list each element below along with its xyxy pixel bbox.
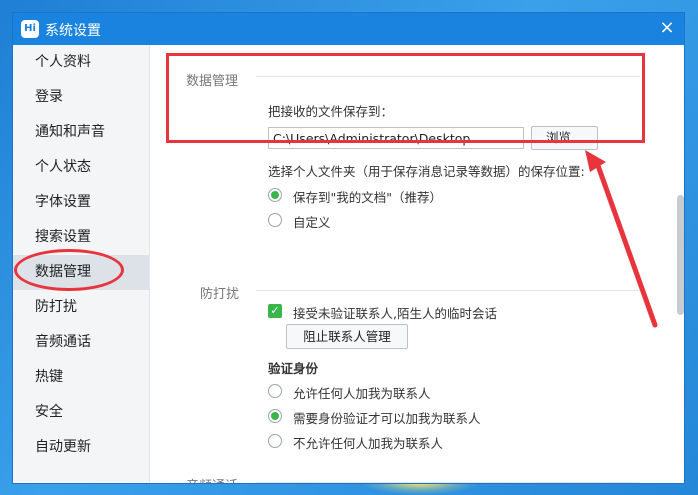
sidebar-item-status[interactable]: 个人状态	[13, 150, 149, 185]
sidebar-item-auto-update[interactable]: 自动更新	[13, 430, 149, 465]
radio-custom[interactable]	[268, 213, 282, 227]
title-bar: Hi 系统设置 ×	[13, 13, 684, 45]
app-logo-icon: Hi	[21, 20, 39, 38]
section-divider	[256, 290, 640, 291]
option-custom-label: 自定义	[293, 215, 331, 230]
annotation-highlight-box	[166, 53, 645, 143]
radio-my-documents[interactable]	[268, 188, 282, 202]
radio-allow-all[interactable]	[268, 384, 282, 398]
option-my-documents-label: 保存到"我的文档"（推荐）	[293, 190, 442, 205]
window-title: 系统设置	[45, 23, 101, 39]
sidebar-item-notifications[interactable]: 通知和声音	[13, 115, 149, 150]
sidebar-item-hotkeys[interactable]: 热键	[13, 360, 149, 395]
section-title-do-not-disturb: 防打扰	[200, 287, 240, 302]
annotation-oval	[14, 249, 124, 291]
option-need-verify-label: 需要身份验证才可以加我为联系人	[293, 411, 481, 426]
radio-need-verify[interactable]	[268, 409, 282, 423]
vertical-scrollbar[interactable]	[677, 195, 684, 315]
option-deny-all-label: 不允许任何人加我为联系人	[293, 436, 444, 451]
option-allow-all-label: 允许任何人加我为联系人	[293, 386, 431, 401]
section-divider	[256, 482, 640, 483]
sidebar-item-font[interactable]: 字体设置	[13, 185, 149, 220]
sidebar-item-audio-call[interactable]: 音频通话	[13, 325, 149, 360]
section-title-audio-call: 音频通话	[186, 475, 238, 483]
sidebar-item-profile[interactable]: 个人资料	[13, 45, 149, 80]
sidebar-item-login[interactable]: 登录	[13, 80, 149, 115]
accept-unverified-checkbox[interactable]: ✓	[268, 304, 282, 318]
radio-deny-all[interactable]	[268, 434, 282, 448]
sidebar-item-security[interactable]: 安全	[13, 395, 149, 430]
sidebar-item-do-not-disturb[interactable]: 防打扰	[13, 290, 149, 325]
block-contacts-button[interactable]: 阻止联系人管理	[286, 324, 408, 349]
verify-identity-title: 验证身份	[268, 361, 319, 376]
accept-unverified-label: 接受未验证联系人,陌生人的临时会话	[293, 306, 497, 321]
personal-folder-label: 选择个人文件夹（用于保存消息记录等数据）的保存位置:	[268, 164, 585, 179]
close-icon[interactable]: ×	[656, 17, 678, 39]
